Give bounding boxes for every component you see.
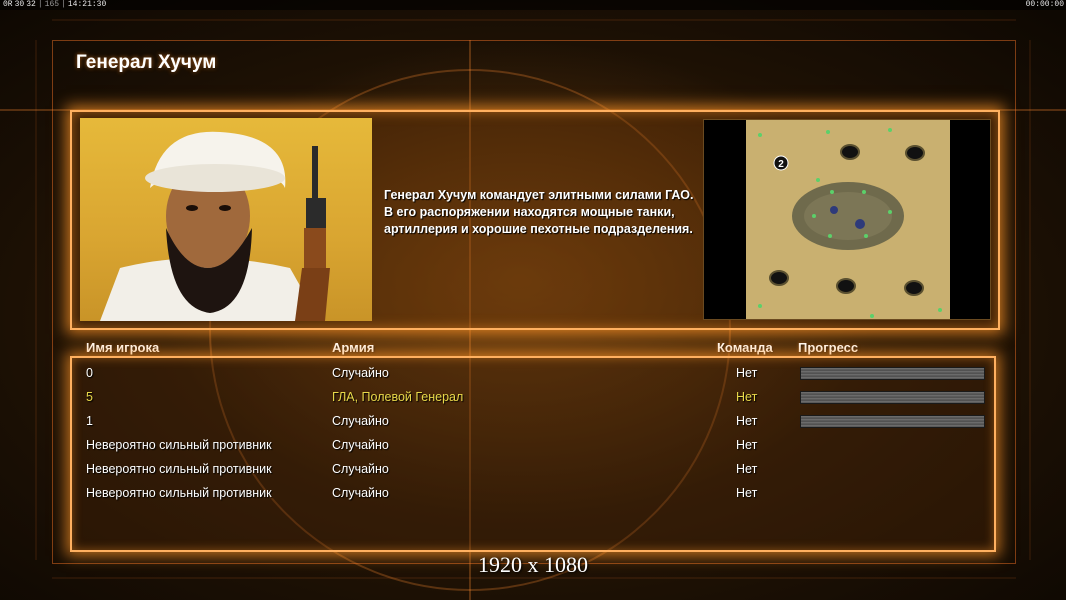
column-header-progress: Прогресс xyxy=(798,340,859,355)
player-army: Случайно xyxy=(332,462,389,476)
general-description: Генерал Хучум командует элитными силами … xyxy=(384,188,694,236)
player-team: Нет xyxy=(736,438,758,452)
player-team: Нет xyxy=(736,462,758,476)
player-name: 1 xyxy=(86,414,93,428)
player-progress-bar xyxy=(800,391,985,404)
screen-title: Генерал Хучум xyxy=(76,52,217,73)
minimap-illustration: 2 xyxy=(704,120,990,319)
player-row: Невероятно сильный противник Случайно Не… xyxy=(86,435,986,455)
player-row-local: 5 ГЛА, Полевой Генерал Нет xyxy=(86,387,986,407)
player-name: 0 xyxy=(86,366,93,380)
player-team: Нет xyxy=(736,414,758,428)
status-clock: 14:21:30 xyxy=(67,0,107,9)
player-row: Невероятно сильный противник Случайно Не… xyxy=(86,483,986,503)
player-army: Случайно xyxy=(332,414,389,428)
status-field: 32 xyxy=(26,0,36,9)
status-field: 165 xyxy=(44,0,60,9)
player-name: Невероятно сильный противник xyxy=(86,462,272,476)
start-position-marker: 2 xyxy=(778,159,784,170)
player-army: ГЛА, Полевой Генерал xyxy=(332,390,464,404)
player-army: Случайно xyxy=(332,438,389,452)
column-header-team: Команда xyxy=(717,340,773,355)
general-portrait-image xyxy=(80,118,372,321)
status-field: 0R xyxy=(3,0,13,9)
player-progress-bar xyxy=(800,415,985,428)
portrait-illustration xyxy=(100,131,330,321)
player-row: 0 Случайно Нет xyxy=(86,363,986,383)
player-progress-bar xyxy=(800,367,985,380)
column-header-player-name: Имя игрока xyxy=(86,340,160,355)
player-team: Нет xyxy=(736,390,758,404)
status-field: 30 xyxy=(14,0,25,9)
player-row: Невероятно сильный противник Случайно Не… xyxy=(86,459,986,479)
player-team: Нет xyxy=(736,366,758,380)
map-preview: 2 xyxy=(703,119,991,320)
player-name: 5 xyxy=(86,390,93,404)
player-team: Нет xyxy=(736,486,758,500)
player-row: 1 Случайно Нет xyxy=(86,411,986,431)
player-name: Невероятно сильный противник xyxy=(86,438,272,452)
status-bar: 0R 30 32 | 165 | 14:21:30 00:00:00 xyxy=(0,0,1066,10)
player-army: Случайно xyxy=(332,366,389,380)
resolution-caption: 1920 x 1080 xyxy=(478,552,588,577)
player-army: Случайно xyxy=(332,486,389,500)
player-name: Невероятно сильный противник xyxy=(86,486,272,500)
status-clock-right: 00:00:00 xyxy=(1025,0,1064,9)
column-header-army: Армия xyxy=(332,340,375,355)
